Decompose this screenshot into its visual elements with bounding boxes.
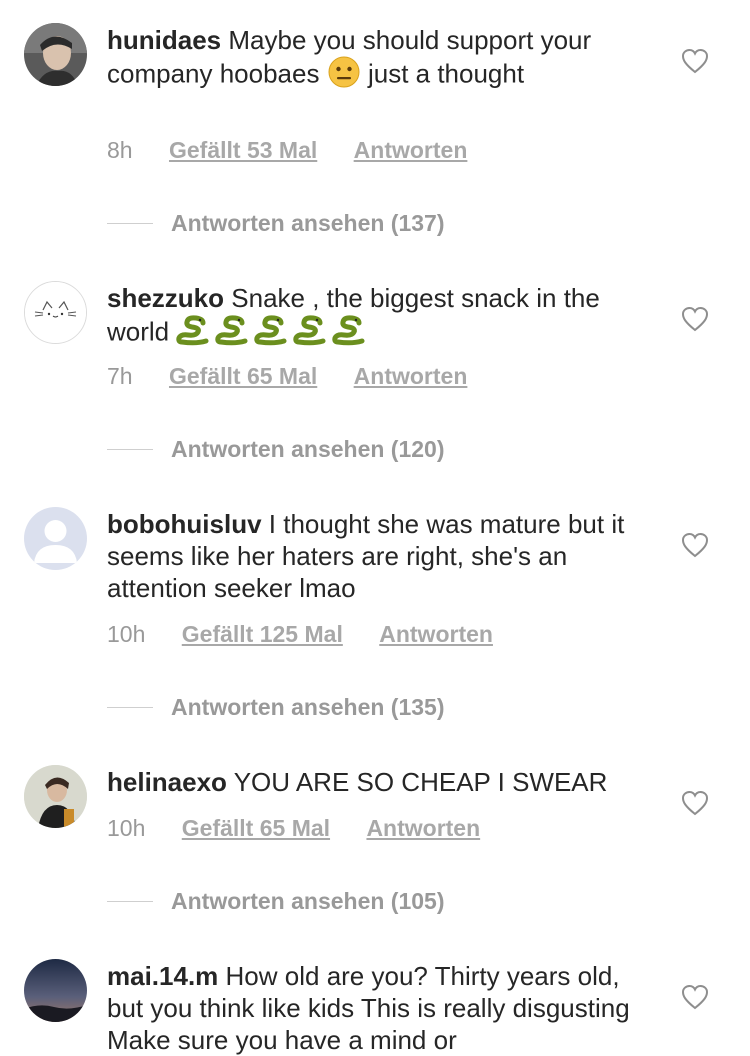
likes-link[interactable]: Gefällt 53 Mal	[169, 137, 317, 163]
neutral-face-emoji-icon	[327, 56, 361, 95]
comment-username[interactable]: bobohuisluv	[107, 509, 262, 539]
comment-meta: 8h Gefällt 53 Mal Antworten	[107, 137, 497, 164]
avatar[interactable]	[24, 507, 87, 570]
like-heart-icon[interactable]	[681, 984, 709, 1010]
replies-divider	[107, 706, 153, 708]
view-replies-button[interactable]: Antworten ansehen (137)	[107, 208, 445, 238]
replies-divider	[107, 448, 153, 450]
likes-link[interactable]: Gefällt 65 Mal	[182, 815, 330, 841]
comment-body: YOU ARE SO CHEAP I SWEAR	[233, 767, 608, 797]
avatar[interactable]	[24, 959, 87, 1022]
view-replies-button[interactable]: Antworten ansehen (105)	[107, 886, 445, 916]
comment-text: helinaexo YOU ARE SO CHEAP I SWEAR	[107, 766, 647, 798]
view-replies-label: Antworten ansehen (135)	[171, 693, 445, 720]
comment-meta: 10h Gefällt 65 Mal Antworten	[107, 815, 510, 842]
view-replies-label: Antworten ansehen (120)	[171, 435, 445, 462]
comment-time: 10h	[107, 621, 146, 647]
avatar[interactable]	[24, 281, 87, 344]
comment-time: 10h	[107, 815, 146, 841]
like-heart-icon[interactable]	[681, 306, 709, 332]
comment-text: bobohuisluv I thought she was mature but…	[107, 508, 647, 604]
reply-link[interactable]: Antworten	[354, 137, 468, 163]
comment-username[interactable]: helinaexo	[107, 767, 227, 797]
comment-meta: 10h Gefällt 125 Mal Antworten	[107, 621, 523, 648]
comment-text: hunidaes Maybe you should support your c…	[107, 24, 647, 95]
replies-divider	[107, 222, 153, 224]
likes-link[interactable]: Gefällt 125 Mal	[182, 621, 343, 647]
view-replies-button[interactable]: Antworten ansehen (120)	[107, 434, 445, 464]
comment-username[interactable]: hunidaes	[107, 25, 221, 55]
comment-username[interactable]: shezzuko	[107, 283, 224, 313]
comment-time: 7h	[107, 363, 133, 389]
snake-emoji-icon	[176, 314, 372, 353]
comment-text: shezzuko Snake , the biggest snack in th…	[107, 282, 647, 353]
view-replies-label: Antworten ansehen (137)	[171, 209, 445, 236]
avatar[interactable]	[24, 23, 87, 86]
reply-link[interactable]: Antworten	[354, 363, 468, 389]
view-replies-label: Antworten ansehen (105)	[171, 887, 445, 914]
reply-link[interactable]: Antworten	[366, 815, 480, 841]
view-replies-button[interactable]: Antworten ansehen (135)	[107, 692, 445, 722]
comment-text: mai.14.m How old are you? Thirty years o…	[107, 960, 647, 1056]
like-heart-icon[interactable]	[681, 790, 709, 816]
comment-username[interactable]: mai.14.m	[107, 961, 218, 991]
comment-time: 8h	[107, 137, 133, 163]
reply-link[interactable]: Antworten	[379, 621, 493, 647]
likes-link[interactable]: Gefällt 65 Mal	[169, 363, 317, 389]
replies-divider	[107, 900, 153, 902]
comment-body-continued: just a thought	[367, 58, 525, 89]
comment-meta: 7h Gefällt 65 Mal Antworten	[107, 363, 497, 390]
like-heart-icon[interactable]	[681, 48, 709, 74]
like-heart-icon[interactable]	[681, 532, 709, 558]
avatar[interactable]	[24, 765, 87, 828]
